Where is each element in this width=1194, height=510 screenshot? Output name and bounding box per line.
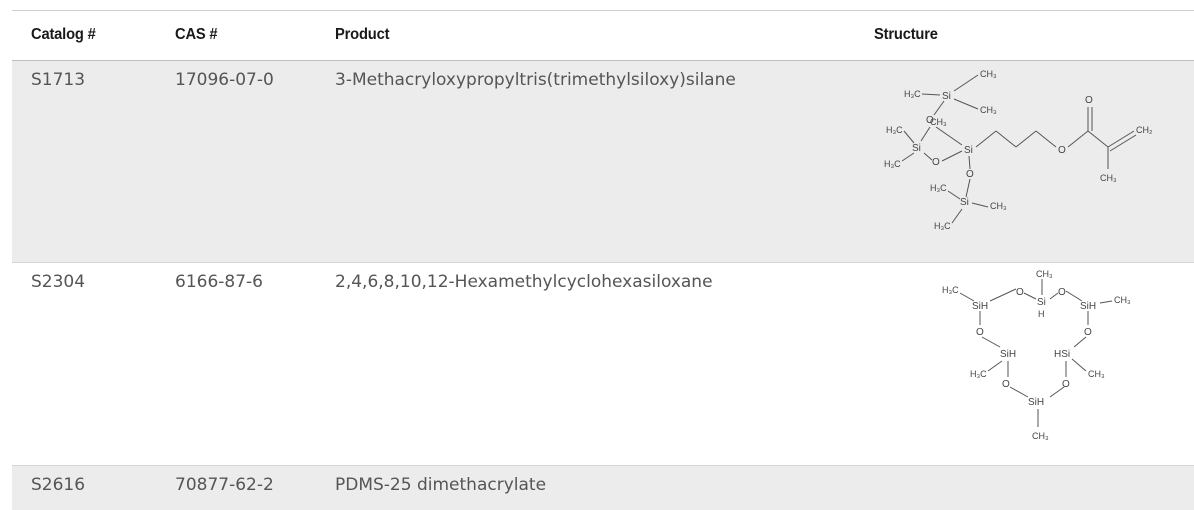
product-name: PDMS-25 dimethacrylate bbox=[335, 475, 547, 495]
svg-text:H₃C: H₃C bbox=[970, 369, 987, 379]
svg-text:CH₃: CH₃ bbox=[930, 117, 947, 127]
structure-image: H₃C Si CH₃ CH₃ O H₃C CH₃ Si H₃C O Si O O… bbox=[884, 69, 1153, 231]
svg-text:H₃C: H₃C bbox=[930, 183, 947, 193]
product-name: 2,4,6,8,10,12-Hexamethylcyclohexasiloxan… bbox=[335, 272, 713, 292]
svg-text:O: O bbox=[1084, 327, 1092, 338]
svg-text:CH₃: CH₃ bbox=[990, 201, 1007, 211]
svg-text:CH₃: CH₃ bbox=[1036, 269, 1053, 279]
svg-text:SiH: SiH bbox=[1080, 301, 1096, 312]
header-catalog: Catalog # bbox=[31, 26, 96, 43]
svg-text:CH₃: CH₃ bbox=[1088, 369, 1105, 379]
svg-text:O: O bbox=[1058, 287, 1066, 298]
svg-text:Si: Si bbox=[942, 91, 951, 102]
svg-text:CH₃: CH₃ bbox=[1114, 295, 1131, 305]
structure-image: CH₃ Si H O O SiH H₃C O SiH CH₃ O SiH H₃C… bbox=[942, 269, 1131, 441]
svg-text:O: O bbox=[1062, 379, 1070, 390]
header-product: Product bbox=[335, 26, 390, 43]
header-cas: CAS # bbox=[175, 26, 218, 43]
cas-number: 17096-07-0 bbox=[175, 70, 274, 90]
table-row: S2616 70877-62-2 PDMS-25 dimethacrylate bbox=[12, 466, 1194, 510]
svg-text:H: H bbox=[1038, 309, 1045, 319]
svg-text:Si: Si bbox=[912, 143, 921, 154]
product-table: Catalog # CAS # Product Structure S1713 … bbox=[12, 10, 1194, 510]
svg-text:H₃C: H₃C bbox=[904, 89, 921, 99]
catalog-number: S2304 bbox=[31, 272, 86, 292]
svg-text:Si: Si bbox=[964, 145, 973, 156]
catalog-number: S1713 bbox=[31, 70, 86, 90]
svg-text:SiH: SiH bbox=[1000, 349, 1016, 360]
svg-text:O: O bbox=[1085, 95, 1093, 106]
cas-number: 6166-87-6 bbox=[175, 272, 263, 292]
svg-text:Si: Si bbox=[960, 197, 969, 208]
catalog-number: S2616 bbox=[31, 475, 86, 495]
svg-text:H₃C: H₃C bbox=[942, 285, 959, 295]
svg-text:CH₂: CH₂ bbox=[1136, 125, 1153, 135]
svg-text:CH₃: CH₃ bbox=[980, 69, 997, 79]
svg-text:O: O bbox=[1002, 379, 1010, 390]
table-row: S1713 17096-07-0 3-Methacryloxypropyltri… bbox=[12, 61, 1194, 263]
svg-text:Si: Si bbox=[1037, 297, 1046, 308]
svg-text:O: O bbox=[1016, 287, 1024, 298]
svg-text:SiH: SiH bbox=[1028, 397, 1044, 408]
svg-text:HSi: HSi bbox=[1054, 349, 1070, 360]
product-name: 3-Methacryloxypropyltris(trimethylsiloxy… bbox=[335, 70, 736, 90]
svg-text:CH₃: CH₃ bbox=[980, 105, 997, 115]
svg-text:CH₃: CH₃ bbox=[1100, 173, 1117, 183]
svg-text:CH₃: CH₃ bbox=[1032, 431, 1049, 441]
svg-text:H₃C: H₃C bbox=[934, 221, 951, 231]
svg-text:O: O bbox=[976, 327, 984, 338]
svg-text:SiH: SiH bbox=[972, 301, 988, 312]
svg-text:H₃C: H₃C bbox=[884, 159, 901, 169]
svg-text:O: O bbox=[1058, 145, 1066, 156]
table-header: Catalog # CAS # Product Structure bbox=[12, 10, 1194, 61]
table-row: S2304 6166-87-6 2,4,6,8,10,12-Hexamethyl… bbox=[12, 263, 1194, 466]
svg-text:H₃C: H₃C bbox=[886, 125, 903, 135]
header-structure: Structure bbox=[874, 26, 938, 43]
svg-text:O: O bbox=[966, 169, 974, 180]
cas-number: 70877-62-2 bbox=[175, 475, 274, 495]
svg-text:O: O bbox=[932, 157, 940, 168]
